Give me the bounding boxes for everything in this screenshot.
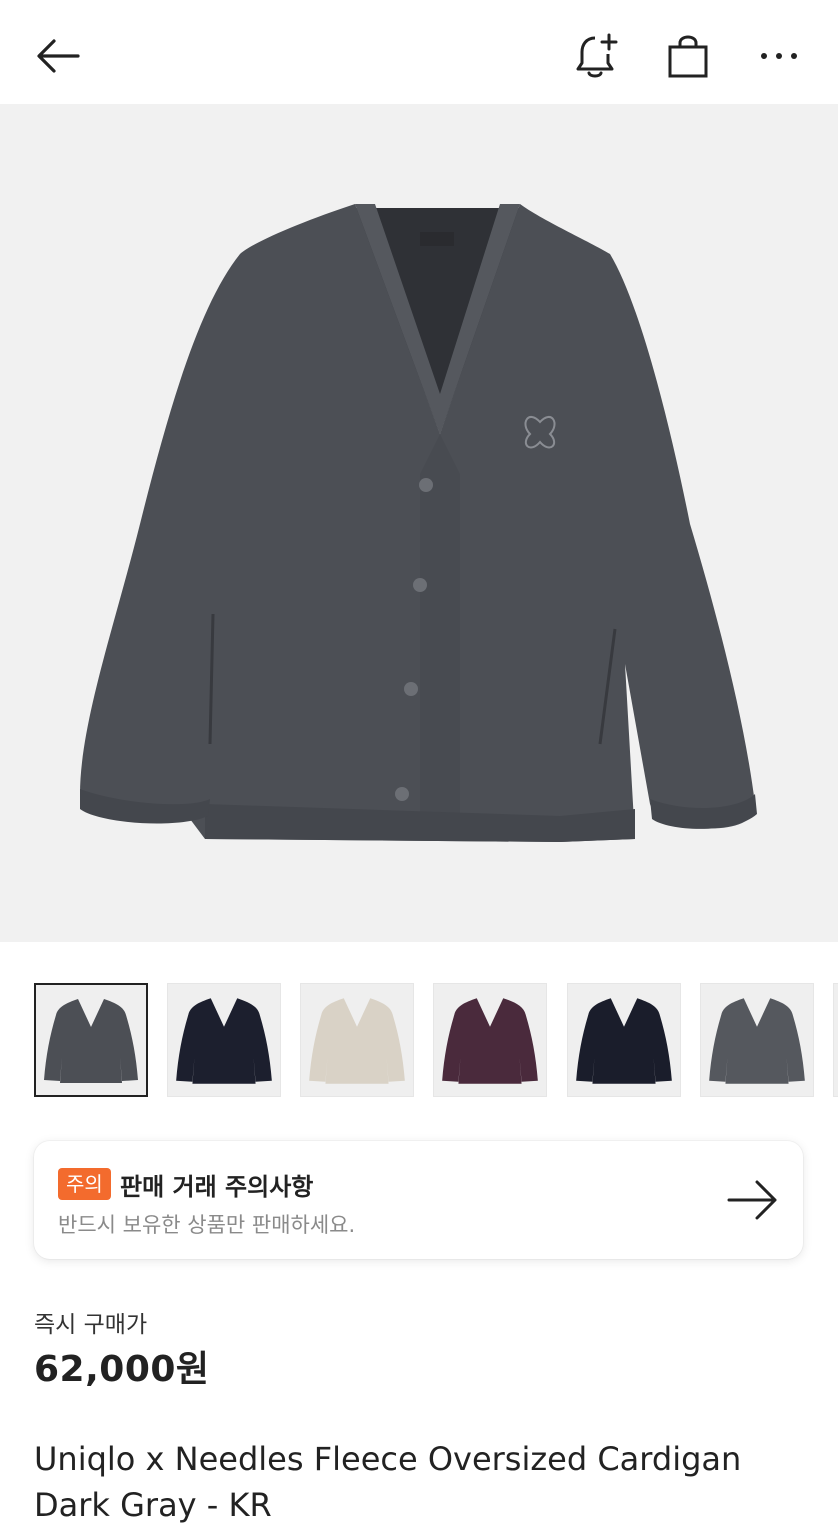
back-button[interactable] xyxy=(22,24,94,88)
arrow-left-icon xyxy=(37,39,80,73)
thumbnail-garment xyxy=(576,998,672,1084)
thumbnail-4[interactable] xyxy=(433,983,547,1097)
product-title: Uniqlo x Needles Fleece Oversized Cardig… xyxy=(34,1440,742,1524)
thumbnail-garment xyxy=(709,998,805,1084)
thumbnail-garment xyxy=(176,998,272,1084)
add-alert-button[interactable] xyxy=(560,22,632,90)
shopping-bag-button[interactable] xyxy=(652,22,724,90)
sale-notice-card[interactable]: 주의 판매 거래 주의사항 반드시 보유한 상품만 판매하세요. xyxy=(34,1141,803,1259)
arrow-right-icon xyxy=(727,1180,777,1220)
thumbnail-3[interactable] xyxy=(300,983,414,1097)
thumbnail-image xyxy=(576,998,672,1084)
cardigan-illustration xyxy=(80,204,757,842)
thumbnail-1[interactable] xyxy=(34,983,148,1097)
instant-buy-price-label: 즉시 구매가 xyxy=(34,1312,148,1338)
thumbnail-image xyxy=(309,998,405,1084)
product-main-image[interactable] xyxy=(0,104,838,942)
thumbnail-5[interactable] xyxy=(567,983,681,1097)
thumbnail-garment xyxy=(442,998,538,1084)
notice-title: 판매 거래 주의사항 xyxy=(120,1173,314,1201)
thumbnail-image xyxy=(442,998,538,1084)
more-horizontal-icon xyxy=(761,53,797,59)
thumbnail-image xyxy=(176,998,272,1084)
thumbnail-garment xyxy=(309,998,405,1084)
more-options-button[interactable] xyxy=(743,22,815,90)
bell-plus-icon xyxy=(576,33,618,78)
top-navigation-bar xyxy=(0,0,838,104)
thumbnail-2[interactable] xyxy=(167,983,281,1097)
thumbnail-image xyxy=(44,999,138,1083)
thumbnail-6[interactable] xyxy=(700,983,814,1097)
shopping-bag-icon xyxy=(668,35,708,78)
thumbnail-image xyxy=(709,998,805,1084)
thumbnail-garment xyxy=(44,999,138,1083)
thumbnail-7[interactable] xyxy=(833,983,838,1097)
caution-badge: 주의 xyxy=(58,1168,111,1200)
notice-subtitle: 반드시 보유한 상품만 판매하세요. xyxy=(58,1213,356,1237)
thumbnail-strip xyxy=(34,983,838,1099)
instant-buy-price: 62,000원 xyxy=(34,1349,210,1390)
